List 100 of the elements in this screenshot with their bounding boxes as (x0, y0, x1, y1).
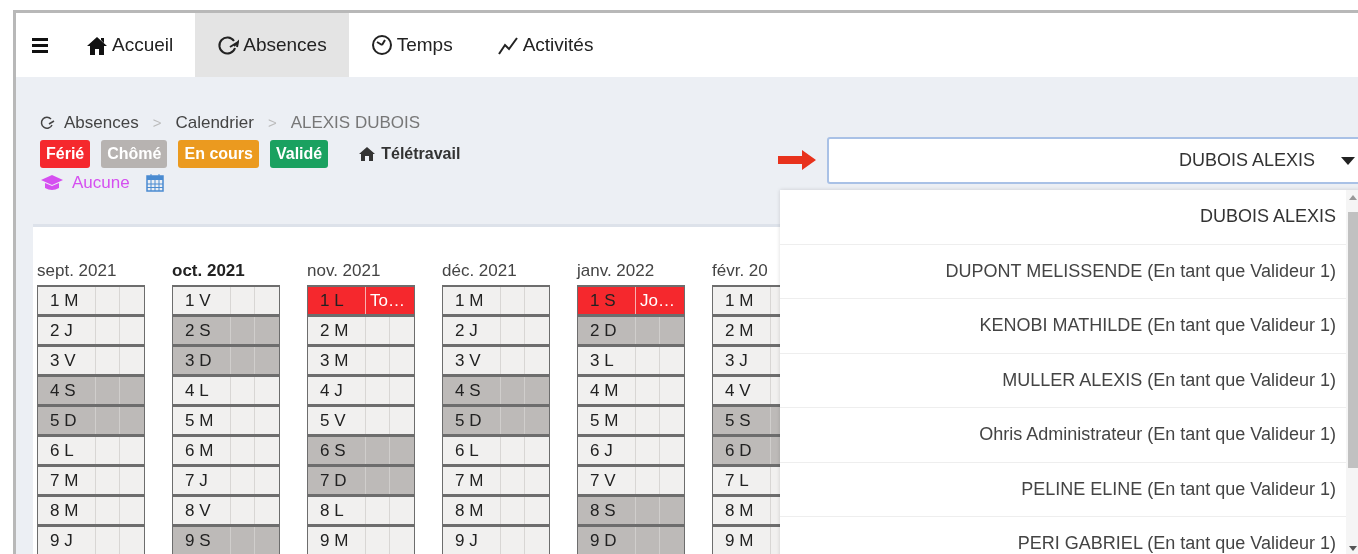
nav-tab[interactable]: Accueil (64, 13, 196, 77)
holiday-note: Jo… (635, 287, 684, 314)
month-label: nov. 2021 (307, 260, 382, 282)
dropdown-option[interactable]: PELINE ELINE (En tant que Valideur 1) (780, 462, 1346, 517)
calendar-day[interactable]: 8 M (442, 495, 550, 525)
day-label: 7 M (49, 470, 80, 492)
calendar-day[interactable]: 2 J (442, 315, 550, 345)
caret-icon (1341, 156, 1355, 165)
calendar-day[interactable]: 6 L (442, 435, 550, 465)
calendar-day[interactable]: 9 M (307, 525, 415, 554)
dropdown-option[interactable]: KENOBI MATHILDE (En tant que Valideur 1) (780, 299, 1346, 354)
breadcrumb-link[interactable]: Calendrier (175, 110, 254, 136)
calendar-day[interactable]: 2 J (37, 315, 145, 345)
calendar-day[interactable]: 5 D (442, 405, 550, 435)
day-label: 4 S (49, 380, 77, 402)
calendar-day[interactable]: 7 M (442, 465, 550, 495)
calendar-day[interactable]: 9 J (442, 525, 550, 554)
calendar-day[interactable]: 8 V (172, 495, 280, 525)
month-label: déc. 2021 (442, 260, 518, 282)
calendar-day[interactable]: 2 M (307, 315, 415, 345)
breadcrumb-link[interactable]: Absences (64, 110, 139, 136)
calendar-day[interactable]: 3 V (37, 345, 145, 375)
day-label: 5 V (319, 410, 347, 432)
calendar-day[interactable]: 3 V (442, 345, 550, 375)
day-label: 9 S (184, 530, 212, 552)
calendar-day[interactable]: 4 J (307, 375, 415, 405)
clock-icon (370, 34, 393, 56)
dropdown-option[interactable]: DUBOIS ALEXIS (780, 190, 1346, 245)
calendar-day[interactable]: 6 L (37, 435, 145, 465)
calendar-day[interactable]: 7 M (37, 465, 145, 495)
day-label: 6 D (724, 440, 753, 462)
day-label: 6 L (454, 440, 480, 462)
calendar-day[interactable]: 4 M (577, 375, 685, 405)
day-label: 3 M (319, 350, 350, 372)
calendar-day[interactable]: 4 S (37, 375, 145, 405)
calendar-day[interactable]: 2 S (172, 315, 280, 345)
calendar-day[interactable]: 9 J (37, 525, 145, 554)
dropdown-option[interactable]: MULLER ALEXIS (En tant que Valideur 1) (780, 353, 1346, 408)
nav-tab[interactable]: Absences (195, 13, 349, 77)
calendar-day[interactable]: 4 L (172, 375, 280, 405)
calendar-day[interactable]: 1 M (442, 285, 550, 315)
day-label: 8 S (589, 500, 617, 522)
month-label: oct. 2021 (172, 260, 246, 282)
calendar-day[interactable]: 8 S (577, 495, 685, 525)
day-label: 9 D (589, 530, 618, 552)
calendar-day[interactable]: 6 M (172, 435, 280, 465)
nav-tab[interactable]: Temps (348, 13, 475, 77)
day-label: 4 S (454, 380, 482, 402)
calendar-day[interactable]: 9 S (172, 525, 280, 554)
nav-tab[interactable]: Activités (474, 13, 616, 77)
calendar-day[interactable]: 1 M (37, 285, 145, 315)
day-label: 2 M (724, 320, 755, 342)
day-label: 1 S (589, 290, 617, 312)
calendar-day[interactable]: 1 L To… (307, 285, 415, 315)
calendar-day[interactable]: 9 D (577, 525, 685, 554)
calendar-day[interactable]: 7 D (307, 465, 415, 495)
day-label: 3 J (724, 350, 749, 372)
calendar-day[interactable]: 3 D (172, 345, 280, 375)
calendar-day[interactable]: 5 D (37, 405, 145, 435)
day-label: 2 J (454, 320, 479, 342)
month-label: sept. 2021 (37, 260, 118, 282)
calendar-day[interactable]: 7 J (172, 465, 280, 495)
calendar-day[interactable]: 7 V (577, 465, 685, 495)
day-label: 5 M (589, 410, 620, 432)
calendar-day[interactable]: 2 D (577, 315, 685, 345)
day-label: 1 L (319, 290, 345, 312)
calendar-day[interactable]: 8 L (307, 495, 415, 525)
day-label: 6 J (589, 440, 614, 462)
calendar-day[interactable]: 6 J (577, 435, 685, 465)
dropdown-option[interactable]: DUPONT MELISSENDE (En tant que Valideur 1) (780, 244, 1346, 299)
calendar-day[interactable]: 5 M (172, 405, 280, 435)
calendar-day[interactable]: 8 M (37, 495, 145, 525)
day-label: 5 M (184, 410, 215, 432)
scrollbar[interactable] (1346, 190, 1358, 554)
day-label: 3 V (49, 350, 77, 372)
holiday-note: To… (365, 287, 414, 314)
breadcrumb-separator: > (152, 112, 162, 133)
calendar-day[interactable]: 5 M (577, 405, 685, 435)
day-label: 1 M (49, 290, 80, 312)
day-label: 6 M (184, 440, 215, 462)
dropdown-option[interactable]: Ohris Administrateur (En tant que Valideur 1) (780, 408, 1346, 463)
day-label: 3 V (454, 350, 482, 372)
day-label: 6 S (319, 440, 347, 462)
day-label: 5 D (49, 410, 78, 432)
employee-select[interactable]: DUBOIS ALEXIS (827, 137, 1358, 184)
calendar-day[interactable]: 5 V (307, 405, 415, 435)
day-label: 7 J (184, 470, 209, 492)
day-label: 8 L (319, 500, 345, 522)
calendar-day[interactable]: 1 V (172, 285, 280, 315)
legend-tag: Validé (269, 139, 329, 168)
day-label: 7 D (319, 470, 348, 492)
day-label: 1 M (454, 290, 485, 312)
calendar-day[interactable]: 4 S (442, 375, 550, 405)
calendar-day[interactable]: 3 M (307, 345, 415, 375)
calendar-day[interactable]: 1 S Jo… (577, 285, 685, 315)
day-label: 1 M (724, 290, 755, 312)
day-label: 7 V (589, 470, 617, 492)
calendar-day[interactable]: 3 L (577, 345, 685, 375)
calendar-day[interactable]: 6 S (307, 435, 415, 465)
scroll-down-icon (1348, 545, 1358, 552)
